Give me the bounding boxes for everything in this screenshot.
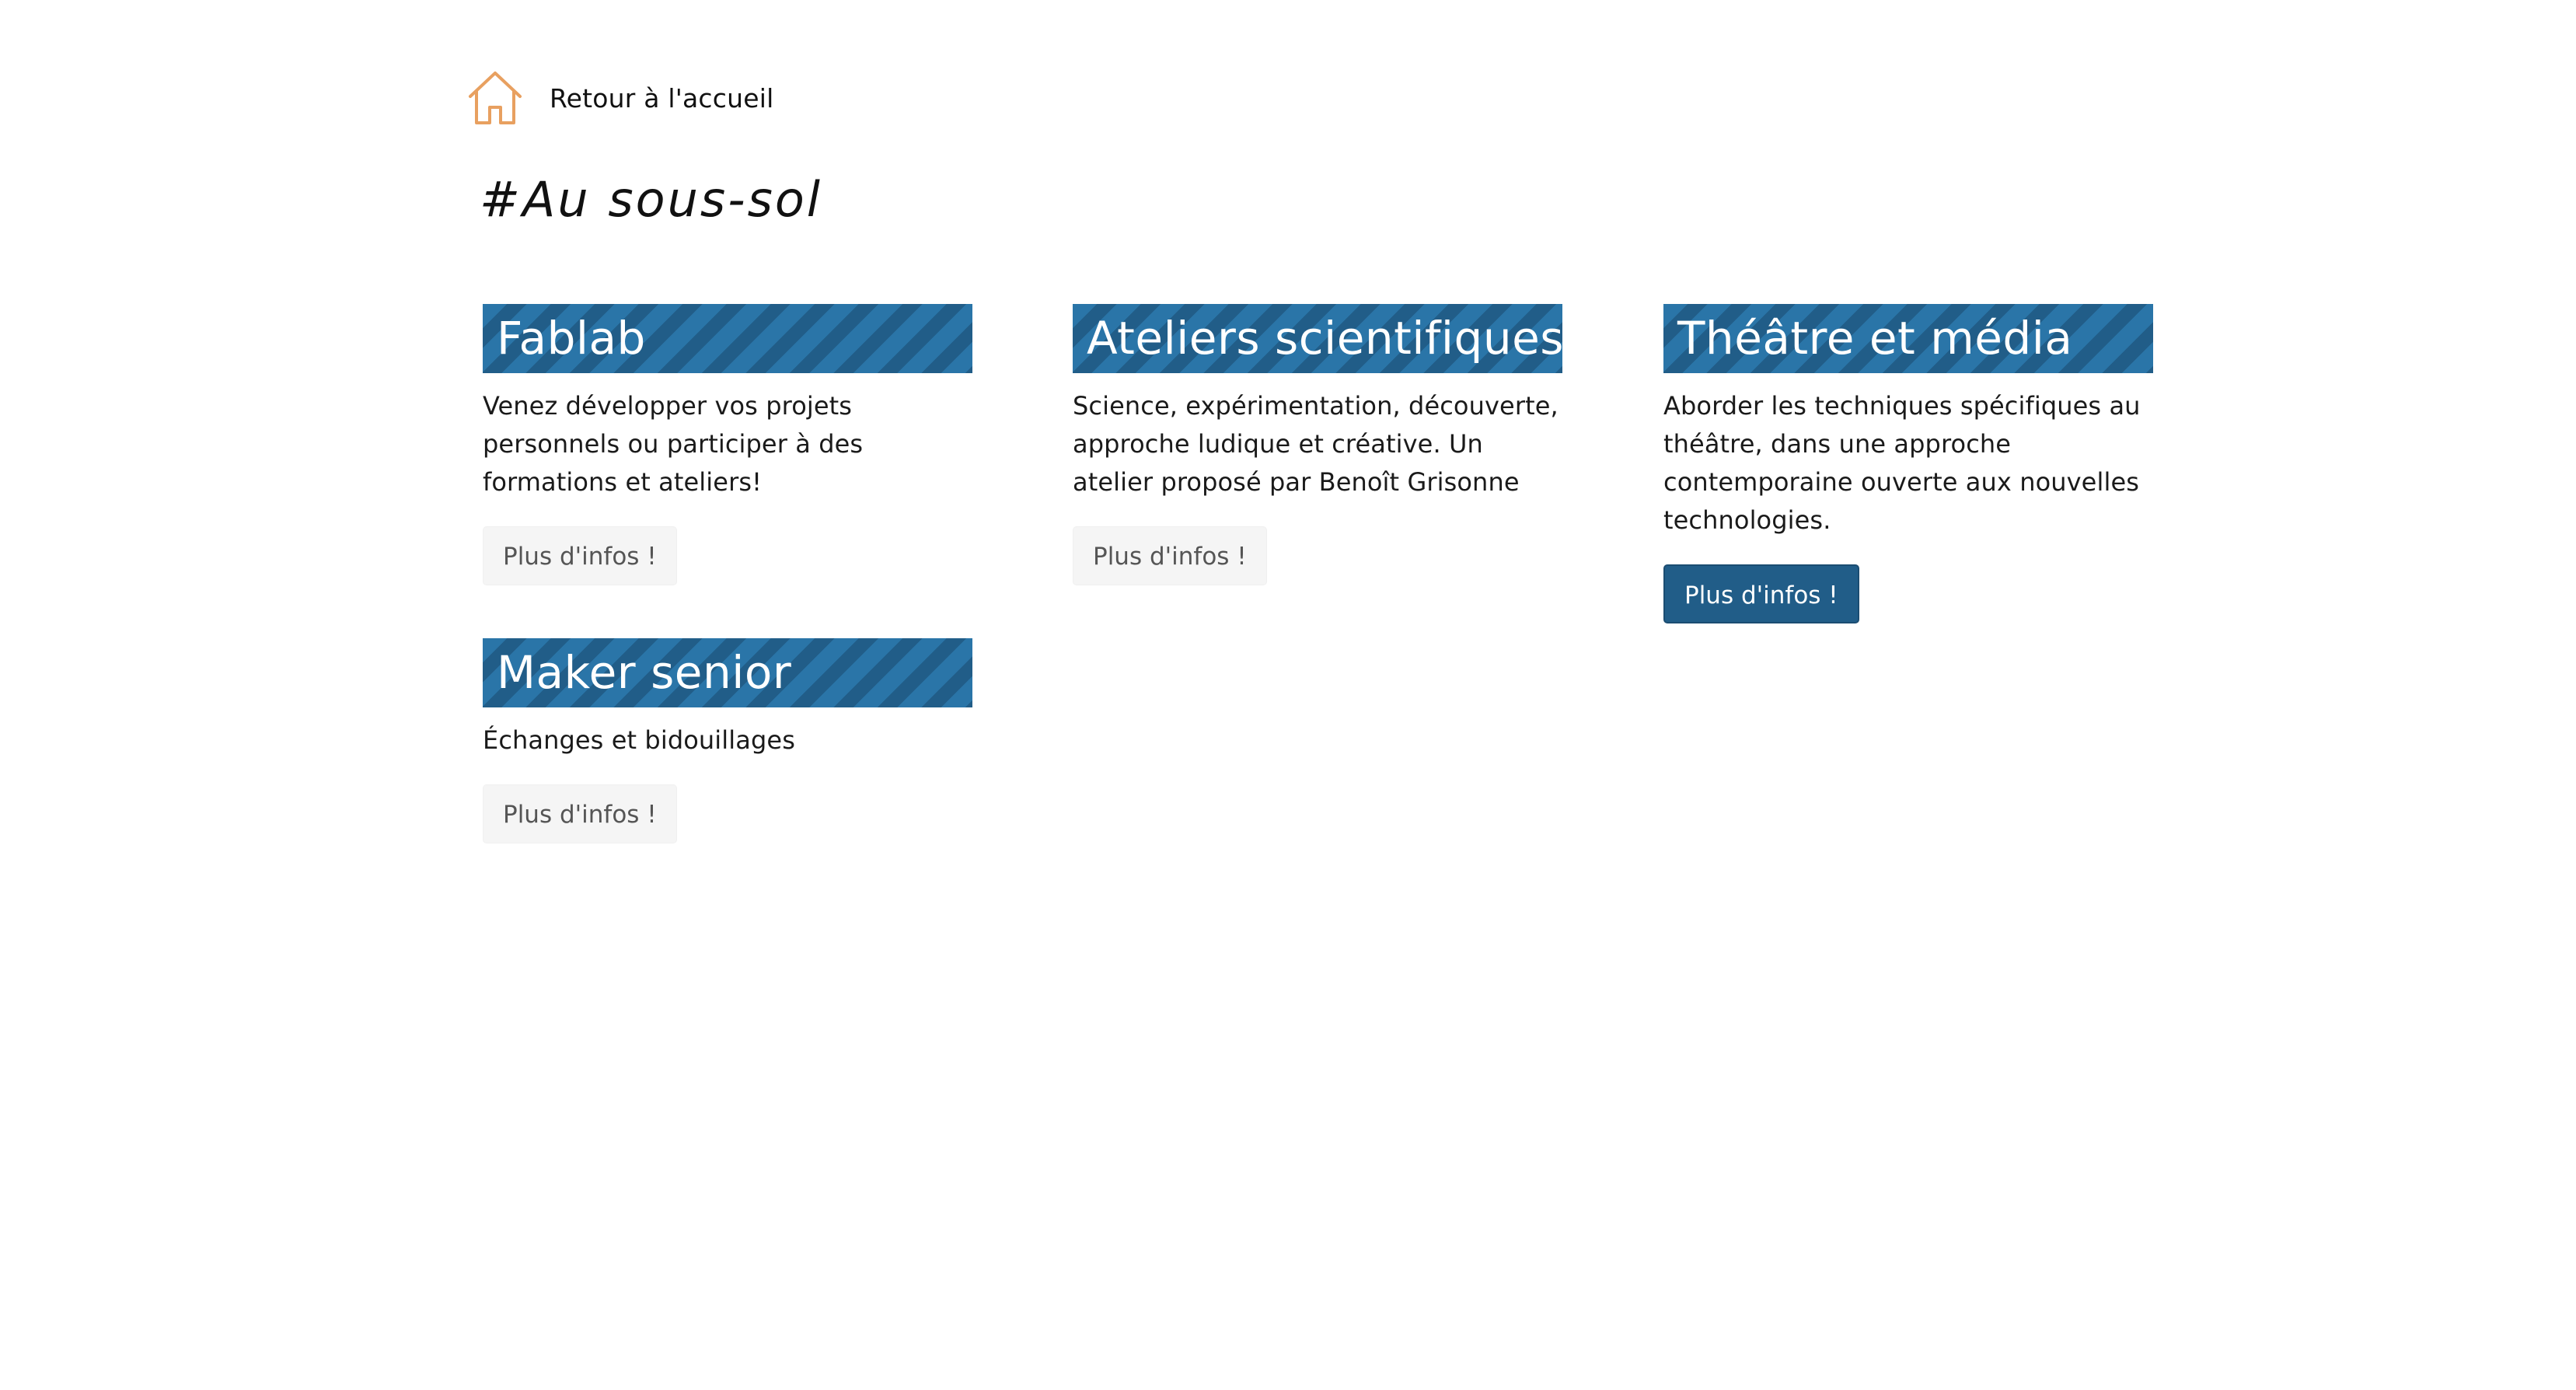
card-title: Ateliers scientifiques [1073, 304, 1562, 373]
home-link[interactable]: Retour à l'accueil [464, 67, 773, 129]
more-info-button[interactable]: Plus d'infos ! [483, 784, 677, 843]
card-maker-senior: Maker senior Échanges et bidouillages Pl… [483, 638, 972, 843]
home-icon [469, 72, 522, 124]
more-info-button[interactable]: Plus d'infos ! [483, 526, 677, 585]
card-title: Fablab [483, 304, 972, 373]
more-info-button[interactable]: Plus d'infos ! [1073, 526, 1267, 585]
card-ateliers-scientifiques: Ateliers scientifiques Science, expérime… [1073, 304, 1562, 585]
page-title: #Au sous-sol [480, 171, 823, 228]
card-title: Maker senior [483, 638, 972, 707]
home-link-label: Retour à l'accueil [550, 82, 774, 114]
card-description: Science, expérimentation, découverte, ap… [1073, 391, 1559, 497]
card-description: Venez développer vos projets personnels … [483, 391, 864, 497]
more-info-button[interactable]: Plus d'infos ! [1663, 564, 1859, 623]
card-theatre-et-media: Théâtre et média Aborder les techniques … [1663, 304, 2153, 623]
card-title: Théâtre et média [1663, 304, 2153, 373]
card-description: Échanges et bidouillages [483, 725, 795, 755]
card-description: Aborder les techniques spécifiques au th… [1663, 391, 2141, 535]
card-fablab: Fablab Venez développer vos projets pers… [483, 304, 972, 585]
